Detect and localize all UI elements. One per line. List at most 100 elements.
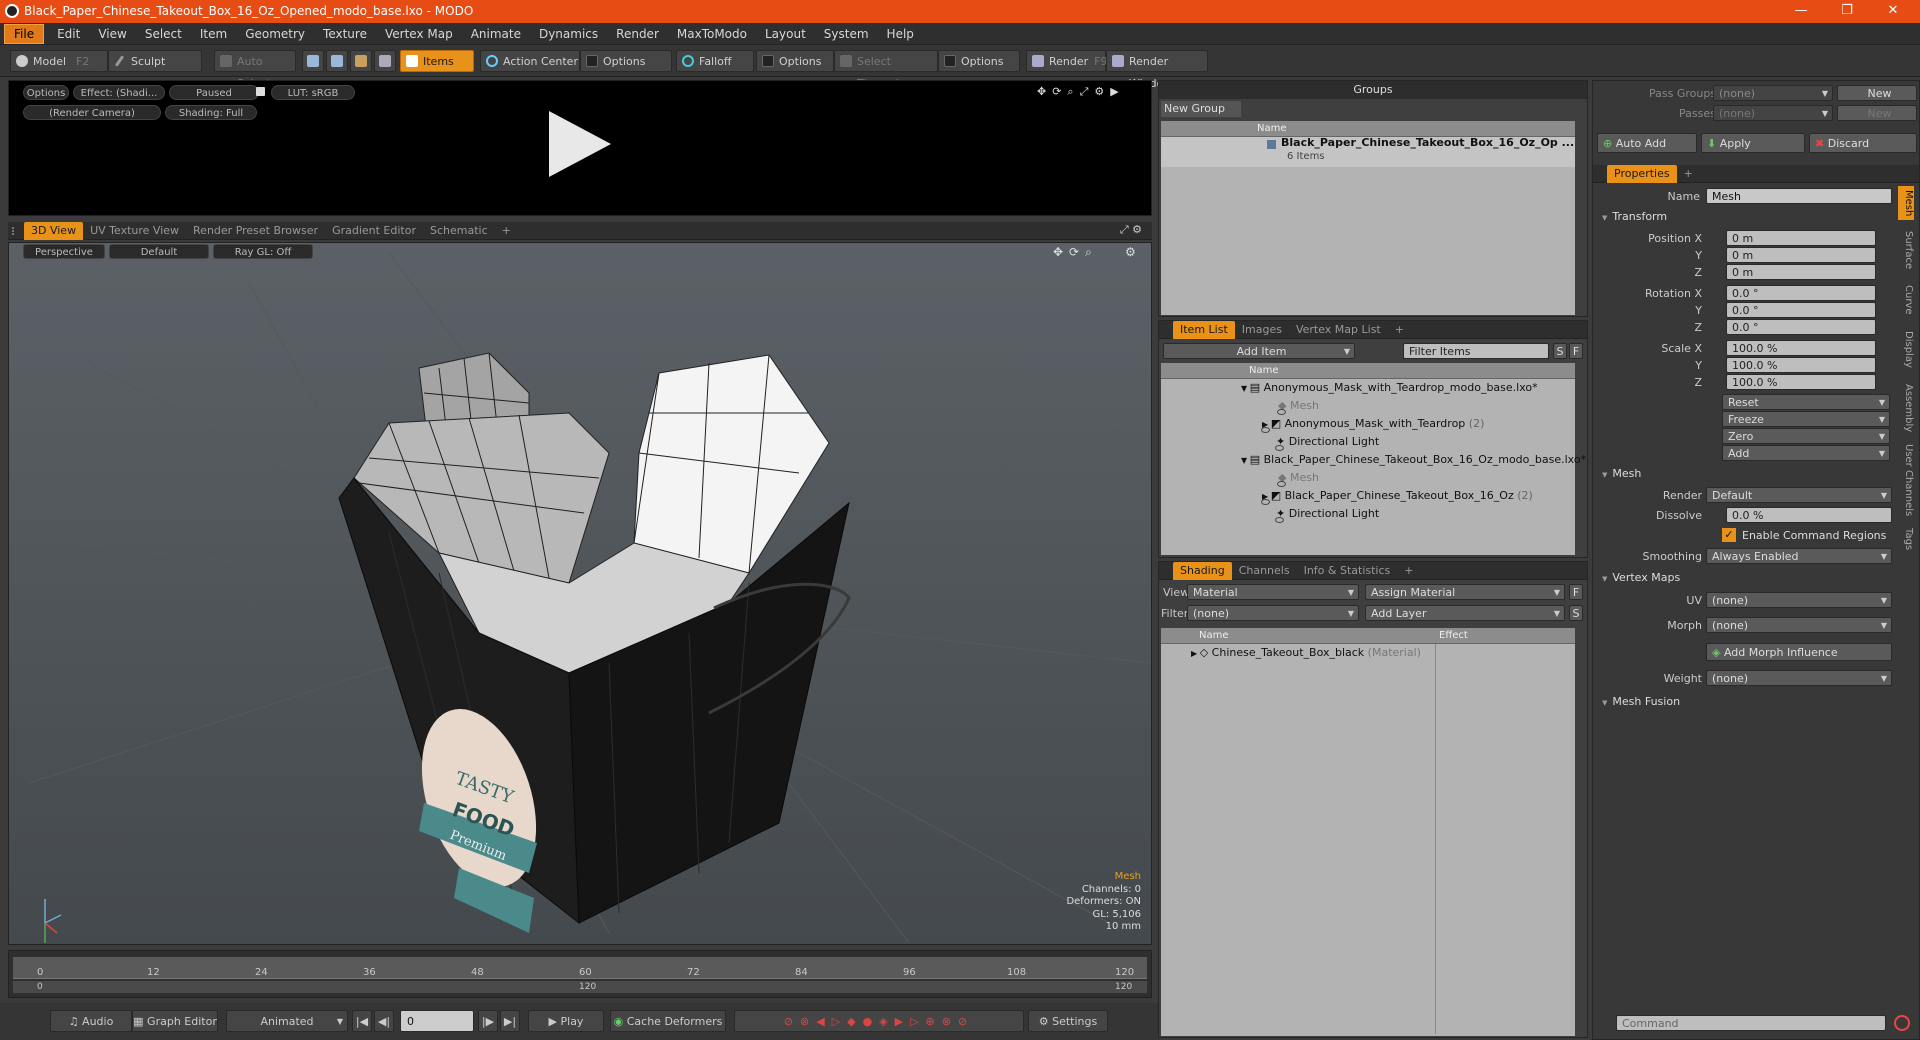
enable-command-regions-checkbox[interactable]: ✓ (1722, 528, 1736, 542)
collapse-icon[interactable]: ▼ (1241, 384, 1250, 393)
passes-dropdown[interactable]: (none) (1713, 105, 1833, 122)
viewport-expand-icon[interactable]: ⤢ ⚙ (1120, 223, 1142, 237)
reset-dropdown[interactable]: Reset (1722, 394, 1890, 411)
add-dropdown[interactable]: Add (1722, 445, 1890, 462)
side-tab-user-channels[interactable]: User Channels (1898, 442, 1914, 518)
tab-vertex-map-list[interactable]: Vertex Map List (1289, 321, 1388, 339)
position-x-field[interactable]: 0 m (1726, 230, 1876, 246)
filter-s-button[interactable]: S (1553, 343, 1567, 359)
new-pass-group-button[interactable]: New (1837, 85, 1917, 101)
sculpt-mode-button[interactable]: Sculpt (108, 50, 202, 72)
uv-dropdown[interactable]: (none) (1706, 592, 1892, 609)
add-tab-icon[interactable]: + (1388, 321, 1411, 339)
preview-nav-icons[interactable]: ✥⟳⌕⤢⚙▶ (1037, 85, 1125, 99)
shading-f-button[interactable]: F (1569, 584, 1583, 600)
select-through-options-button[interactable]: Options (938, 50, 1020, 72)
action-center-options-button[interactable]: Options (580, 50, 672, 72)
zero-dropdown[interactable]: Zero (1722, 428, 1890, 445)
position-z-field[interactable]: 0 m (1726, 264, 1876, 280)
pass-groups-dropdown[interactable]: (none) (1713, 85, 1833, 102)
list-item[interactable]: ▼ ▤ Black_Paper_Chinese_Takeout_Box_16_O… (1161, 451, 1586, 469)
side-tab-display[interactable]: Display (1898, 326, 1914, 372)
materials-mode-button[interactable] (374, 50, 396, 72)
eye-icon[interactable] (1275, 517, 1284, 523)
tab-channels[interactable]: Channels (1232, 562, 1297, 580)
graph-editor-button[interactable]: ▦ Graph Editor (132, 1010, 218, 1032)
lock-icon[interactable] (256, 87, 265, 96)
vertex-maps-section[interactable]: Vertex Maps (1598, 570, 1888, 586)
menu-item[interactable]: Item (191, 23, 236, 45)
menu-maxtomodo[interactable]: MaxToModo (668, 23, 756, 45)
preview-camera-dropdown[interactable]: (Render Camera) (23, 105, 161, 120)
preview-shading-dropdown[interactable]: Shading: Full (165, 105, 257, 120)
vertices-mode-button[interactable] (302, 50, 324, 72)
scale-x-field[interactable]: 100.0 % (1726, 340, 1876, 356)
polygons-mode-button[interactable] (350, 50, 372, 72)
action-center-button[interactable]: Action Center (480, 50, 580, 72)
list-item[interactable]: ◆ Mesh (1161, 469, 1575, 487)
frame-field[interactable]: 0 (400, 1010, 474, 1032)
command-input[interactable]: Command (1616, 1015, 1886, 1031)
mesh-section[interactable]: Mesh (1598, 466, 1888, 482)
menu-dynamics[interactable]: Dynamics (530, 23, 607, 45)
weight-dropdown[interactable]: (none) (1706, 670, 1892, 687)
scale-y-field[interactable]: 100.0 % (1726, 357, 1876, 373)
add-tab-icon[interactable]: + (1677, 165, 1700, 183)
rotation-z-field[interactable]: 0.0 ° (1726, 319, 1876, 335)
list-item[interactable]: ✦ Directional Light (1161, 505, 1575, 523)
shading-s-button[interactable]: S (1569, 605, 1583, 621)
animated-dropdown[interactable]: Animated (226, 1010, 348, 1033)
menu-file[interactable]: File (4, 23, 45, 44)
step-back-icon[interactable]: ◀| (374, 1010, 394, 1032)
timeline[interactable]: 0 12 24 36 48 60 72 84 96 108 120 0 120 … (8, 950, 1152, 998)
list-item[interactable]: ✦ Directional Light (1161, 433, 1575, 451)
position-y-field[interactable]: 0 m (1726, 247, 1876, 263)
smoothing-dropdown[interactable]: Always Enabled (1706, 548, 1892, 565)
expand-icon[interactable]: ▶ (1191, 649, 1200, 658)
side-tab-curve[interactable]: Curve (1898, 282, 1914, 318)
play-render-icon[interactable] (549, 111, 611, 177)
shader-row-material[interactable]: ▶ ◇ Chinese_Takeout_Box_black (Material) (1161, 644, 1575, 662)
tab-gradient-editor[interactable]: Gradient Editor (325, 222, 423, 240)
falloff-button[interactable]: Falloff (676, 50, 754, 72)
scale-z-field[interactable]: 100.0 % (1726, 374, 1876, 390)
close-icon[interactable]: ✕ (1870, 0, 1916, 23)
tab-info-statistics[interactable]: Info & Statistics (1297, 562, 1398, 580)
tab-item-list[interactable]: Item List (1173, 320, 1235, 339)
menu-render[interactable]: Render (607, 23, 668, 45)
menu-texture[interactable]: Texture (314, 23, 376, 45)
menu-layout[interactable]: Layout (756, 23, 815, 45)
view-dropdown[interactable]: Material (1187, 584, 1359, 601)
key-icons[interactable]: ⊘⊗◀▷◆●◈▶▷⊕⊗⊘ (734, 1010, 1024, 1032)
add-morph-influence-button[interactable]: ◈ Add Morph Influence (1706, 643, 1892, 661)
auto-add-button[interactable]: ⊕ Auto Add (1597, 133, 1697, 153)
model-mode-button[interactable]: Model F2 (10, 50, 108, 72)
side-tab-assembly[interactable]: Assembly (1898, 380, 1914, 436)
tab-3d-view[interactable]: 3D View (24, 221, 84, 240)
select-through-button[interactable]: Select Through (834, 50, 938, 90)
render-window-button[interactable]: Render Window (1106, 50, 1208, 90)
new-pass-button[interactable]: New (1837, 105, 1917, 121)
tab-schematic[interactable]: Schematic (423, 222, 495, 240)
tab-images[interactable]: Images (1235, 321, 1289, 339)
menu-system[interactable]: System (815, 23, 878, 45)
command-stop-icon[interactable] (1894, 1015, 1910, 1031)
preview-effect-dropdown[interactable]: Effect: (Shadi... (73, 85, 165, 100)
list-item[interactable]: ▼ ▤ Anonymous_Mask_with_Teardrop_modo_ba… (1161, 379, 1575, 397)
add-layer-dropdown[interactable]: Add Layer (1365, 605, 1565, 622)
tab-uv-texture-view[interactable]: UV Texture View (83, 222, 186, 240)
menu-animate[interactable]: Animate (462, 23, 530, 45)
assign-material-dropdown[interactable]: Assign Material (1365, 584, 1565, 601)
name-field[interactable]: Mesh (1706, 188, 1892, 204)
tab-shading[interactable]: Shading (1173, 561, 1232, 580)
minimize-icon[interactable]: — (1778, 0, 1824, 23)
side-tab-surface[interactable]: Surface (1898, 226, 1914, 274)
step-forward-icon[interactable]: |▶ (478, 1010, 498, 1032)
preview-options-button[interactable]: Options (23, 85, 69, 100)
play-button[interactable]: ▶ Play (528, 1010, 604, 1032)
rotation-x-field[interactable]: 0.0 ° (1726, 285, 1876, 301)
list-item[interactable]: ▶ ◩ Black_Paper_Chinese_Takeout_Box_16_O… (1161, 487, 1575, 505)
menu-edit[interactable]: Edit (48, 23, 89, 45)
render-button[interactable]: Render F9 (1026, 50, 1108, 72)
add-item-dropdown[interactable]: Add Item (1163, 343, 1355, 360)
